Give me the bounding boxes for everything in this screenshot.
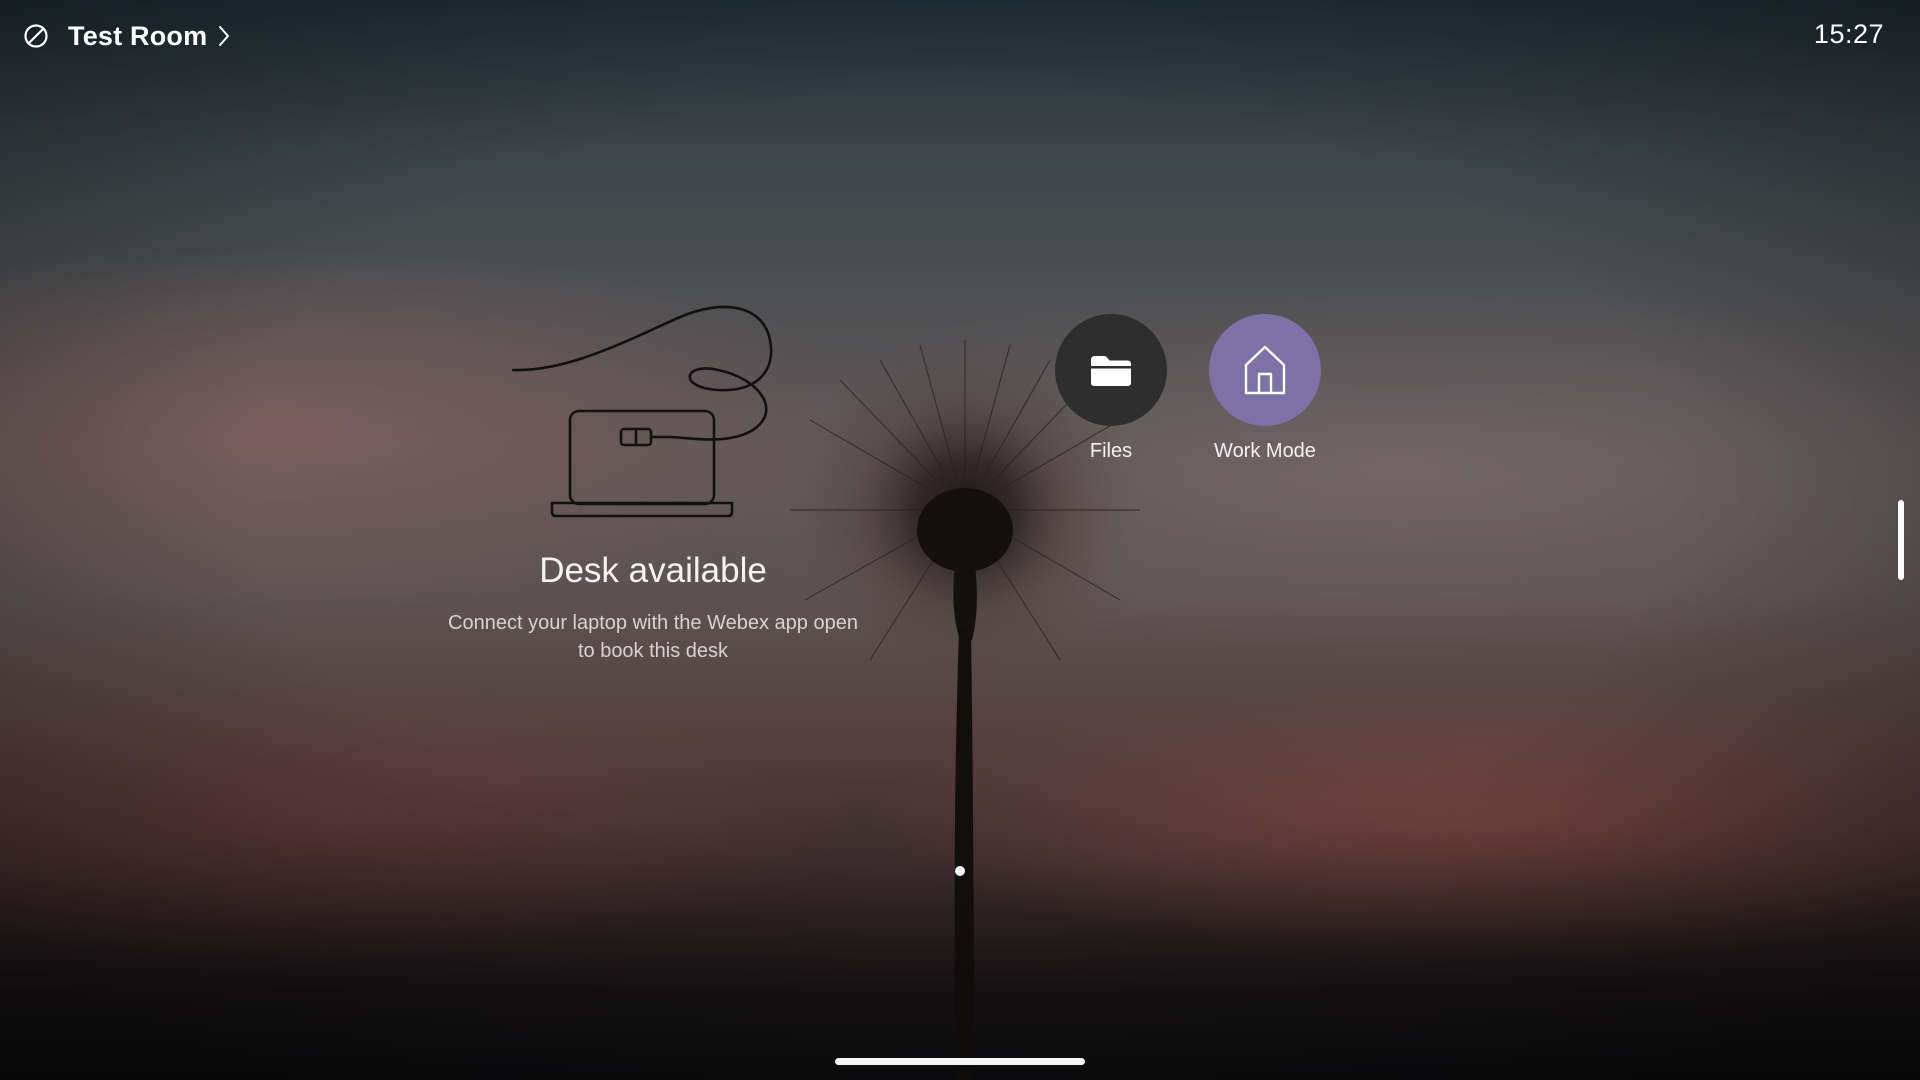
- desk-status-subtitle: Connect your laptop with the Webex app o…: [420, 609, 886, 665]
- home-indicator-bar[interactable]: [835, 1058, 1085, 1065]
- side-panel-handle[interactable]: [1898, 500, 1904, 580]
- files-app-label[interactable]: Files: [1090, 440, 1132, 463]
- room-name[interactable]: Test Room: [68, 21, 207, 52]
- files-app-circle[interactable]: [1055, 314, 1167, 426]
- laptop-cable-icon: [511, 305, 773, 518]
- desk-subtitle-line-1: Connect your laptop with the Webex app o…: [448, 612, 858, 634]
- page-indicator-dot[interactable]: [955, 866, 965, 876]
- app-launcher: Files Work Mode: [1055, 314, 1321, 463]
- work-mode-app-circle[interactable]: [1209, 314, 1321, 426]
- folder-icon: [1091, 356, 1131, 386]
- desk-status-title: Desk available: [539, 551, 767, 590]
- desk-status-panel: Desk available Connect your laptop with …: [420, 300, 886, 665]
- home-icon: [1244, 345, 1286, 395]
- do-not-disturb-icon[interactable]: [22, 22, 50, 50]
- room-header[interactable]: Test Room: [22, 16, 235, 56]
- clock: 15:27: [1813, 19, 1884, 49]
- desk-home-screen: Test Room 15:27 Desk available Connect y…: [0, 0, 1920, 1080]
- files-app-button[interactable]: Files: [1055, 314, 1167, 463]
- work-mode-app-label[interactable]: Work Mode: [1214, 440, 1316, 463]
- work-mode-app-button[interactable]: Work Mode: [1209, 314, 1321, 463]
- desk-subtitle-line-2: to book this desk: [577, 640, 729, 662]
- chevron-right-icon[interactable]: [217, 23, 235, 49]
